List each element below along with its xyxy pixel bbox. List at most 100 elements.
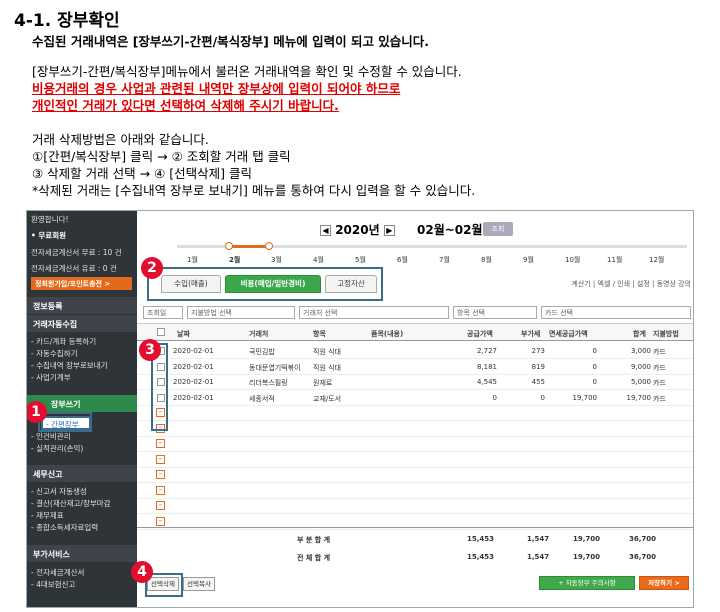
sidebar-subitem[interactable]: - 수집내역 장부로보내기 (31, 360, 107, 371)
column-header: 항목 (313, 330, 326, 338)
join-button[interactable]: 정회원가입/포인트충전 > (31, 277, 132, 290)
table-cell: 리더복스필링 (249, 379, 288, 387)
table-cell: 직원 식대 (313, 348, 341, 356)
table-cell: 국민김밥 (249, 348, 275, 356)
step-badge-1: 1 (27, 401, 47, 423)
table-row[interactable]: – (137, 467, 693, 483)
table-row[interactable]: 2020-02-01 세종서적 교재/도서 0 0 19,700 19,700 카드 (137, 390, 693, 406)
sidebar-subitem[interactable]: - 실적관리(손익) (31, 443, 83, 454)
menu-label: 정보등록 (33, 302, 63, 311)
sidebar-subitem[interactable]: - 인건비관리 (31, 431, 71, 442)
sidebar-item-extra[interactable]: 부가서비스 (27, 545, 137, 562)
menu-label: 세무신고 (33, 470, 63, 479)
sidebar-item-auto-collect[interactable]: 거래자동수집 (27, 315, 137, 332)
date-filter[interactable]: 조회일 (143, 306, 183, 319)
total-vat: 1,547 (527, 553, 550, 561)
table-row[interactable]: 2020-02-01 국민김밥 직원 식대 2,727 273 0 3,000 카드 (137, 343, 693, 359)
table-cell: 5,000 (630, 378, 651, 386)
sidebar-subitem[interactable]: - 사업기계부 (31, 372, 71, 383)
paragraph-line: [장부쓰기-간편/복식장부]메뉴에서 불러온 거래내역을 확인 및 수정할 수 … (32, 64, 462, 79)
sidebar-subitem[interactable]: - 결산(재산재고/장부마감 (31, 498, 111, 509)
month-label[interactable]: 5월 (355, 255, 366, 265)
filter-bar: 조회일 지불방법 선택 거래처 선택 항목 선택 카드 선택 (143, 306, 693, 320)
subtotal-sum: 36,700 (629, 535, 657, 543)
month-label[interactable]: 2월 (229, 255, 240, 265)
welcome-text: 환영합니다! (31, 215, 69, 224)
remove-row-icon[interactable]: – (156, 485, 165, 495)
subtotal-label: 부 분 합 계 (297, 536, 331, 544)
sidebar-subitem[interactable]: - 재무제표 (31, 510, 64, 521)
member-type: • 무료회원 (31, 231, 67, 240)
table-cell: 0 (540, 393, 545, 402)
column-header: 날짜 (177, 330, 190, 338)
select-all-checkbox[interactable] (157, 328, 165, 336)
free-invoice-count: 전자세금계산서 무료 : 10 건 (31, 248, 122, 257)
select-copy-button[interactable]: 선택복사 (183, 577, 215, 591)
sidebar-subitem[interactable]: - 카드/계좌 등록하기 (31, 336, 96, 347)
table-row[interactable]: – (137, 405, 693, 421)
warning-line-2: 개인적인 거래가 있다면 선택하여 삭제해 주시기 바랍니다. (32, 98, 339, 113)
auto-book-notice-button[interactable]: + 자동장부 주의사항 (539, 576, 635, 590)
month-label[interactable]: 10월 (565, 255, 580, 265)
table-cell: 2020-02-01 (173, 362, 214, 371)
payment-filter[interactable]: 지불방법 선택 (187, 306, 295, 319)
page-subtitle: 수집된 거래내역은 [장부쓰기-간편/복식장부] 메뉴에 입력이 되고 있습니다… (32, 34, 430, 49)
month-label[interactable]: 6월 (397, 255, 408, 265)
table-cell: 2020-02-01 (173, 378, 214, 386)
prev-year-button[interactable]: ◀ (320, 225, 331, 236)
column-header: 부가세 (521, 330, 541, 338)
month-range-fill (229, 245, 267, 248)
month-label[interactable]: 12월 (649, 255, 664, 265)
table-cell: 카드 (653, 348, 666, 356)
next-year-button[interactable]: ▶ (383, 225, 395, 236)
table-cell: 동대문엽기떡볶이 (249, 363, 301, 372)
save-button[interactable]: 저장하기 > (639, 576, 689, 590)
table-row[interactable]: 2020-02-01 동대문엽기떡볶이 직원 식대 8,181 819 0 9,000 카드 (137, 359, 693, 375)
month-label[interactable]: 8월 (481, 255, 492, 265)
remove-row-icon[interactable]: – (156, 501, 165, 510)
sidebar-item-tax-report[interactable]: 세무신고 (27, 465, 137, 482)
month-label[interactable]: 9월 (523, 255, 534, 265)
remove-row-icon[interactable]: – (156, 516, 165, 526)
table-cell: 19,700 (572, 393, 598, 402)
table-row[interactable]: – (137, 452, 693, 468)
table-row[interactable]: – (137, 498, 693, 514)
toolbar-links[interactable]: 계산기 | 엑셀 / 인쇄 | 설정 | 동영상 강의 (571, 279, 691, 289)
vendor-filter[interactable]: 거래처 선택 (299, 306, 449, 319)
month-label[interactable]: 7월 (439, 255, 450, 265)
remove-row-icon[interactable]: – (156, 470, 165, 479)
month-label[interactable]: 1월 (187, 255, 198, 265)
month-label[interactable]: 4월 (313, 255, 324, 265)
table-row[interactable]: 2020-02-01 리더복스필링 원재료 4,545 455 0 5,000 카드 (137, 374, 693, 390)
step-line-1: ①[간편/복식장부] 클릭 → ② 조회할 거래 탭 클릭 (32, 149, 291, 164)
slider-handle-end[interactable] (265, 242, 273, 250)
table-cell: 세종서적 (249, 394, 275, 403)
month-label[interactable]: 3월 (271, 255, 282, 265)
sidebar-subitem[interactable]: - 자동수집하기 (31, 348, 78, 359)
month-slider[interactable] (177, 245, 687, 248)
item-filter[interactable]: 항목 선택 (453, 306, 537, 319)
table-row[interactable]: – (137, 483, 693, 499)
table-cell: 819 (531, 362, 545, 371)
slider-handle-start[interactable] (225, 242, 233, 250)
month-label[interactable]: 11월 (607, 255, 622, 265)
column-header: 공급가액 (467, 330, 493, 338)
sidebar-subitem[interactable]: - 4대보험신고 (31, 579, 75, 590)
sidebar-subitem[interactable]: - 신고서 자동생성 (31, 486, 87, 497)
total-taxfree: 19,700 (573, 553, 601, 561)
sidebar-subitem[interactable]: - 종합소득세자료입력 (31, 522, 98, 533)
table-cell: 0 (592, 378, 597, 386)
menu-label: 부가서비스 (33, 550, 70, 559)
page-title: 4-1. 장부확인 (14, 11, 120, 31)
warning-line-1: 비용거래의 경우 사업과 관련된 내역만 장부상에 입력이 되어야 하므로 (32, 81, 401, 96)
query-button[interactable]: 조회 (483, 222, 513, 236)
table-cell: 4,545 (476, 378, 497, 386)
table-row[interactable]: – (137, 436, 693, 452)
card-filter[interactable]: 카드 선택 (541, 306, 691, 319)
sidebar-item-info-reg[interactable]: 정보등록 (27, 297, 137, 314)
sidebar-subitem[interactable]: - 전자세금계산서 (31, 567, 84, 578)
table-row[interactable]: – (137, 421, 693, 437)
remove-row-icon[interactable]: – (156, 454, 165, 464)
table-cell: 0 (492, 393, 497, 402)
remove-row-icon[interactable]: – (156, 439, 165, 448)
